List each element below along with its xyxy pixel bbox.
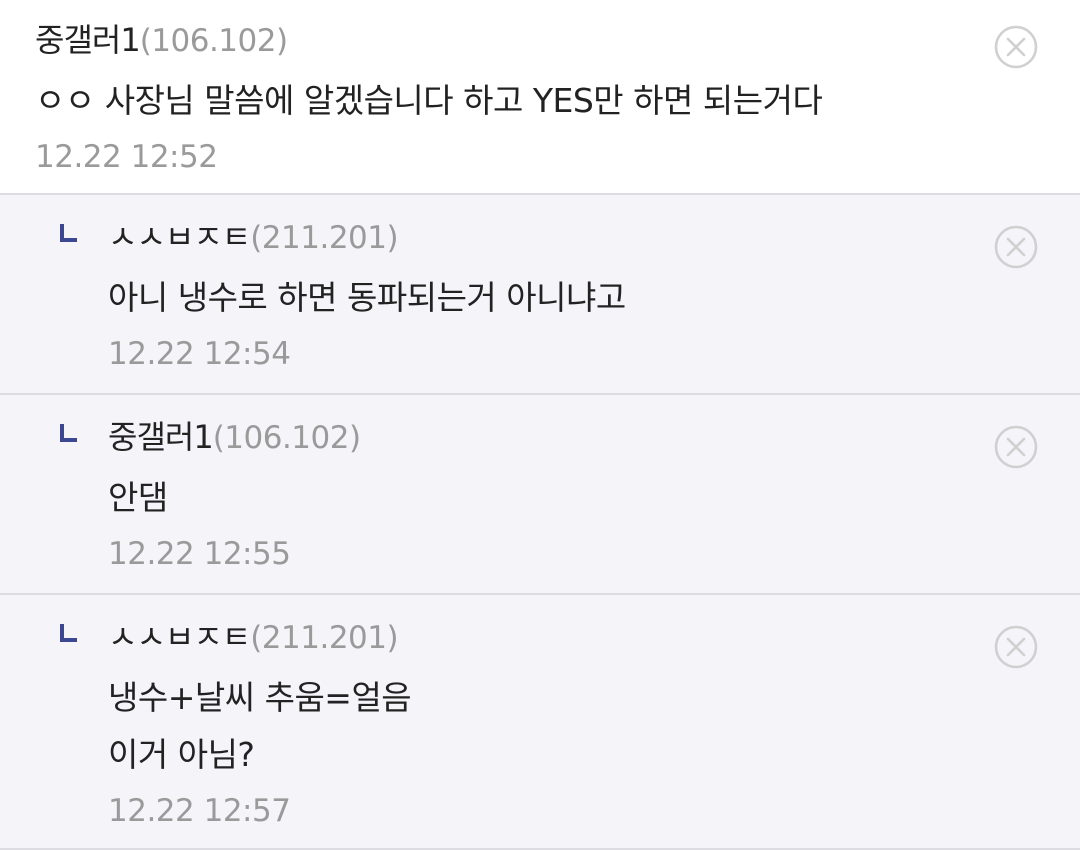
delete-comment-button[interactable]	[994, 425, 1038, 469]
comment-text: ㅇㅇ 사장님 말씀에 알겠습니다 하고 YES만 하면 되는거다	[35, 81, 823, 120]
author-ip: (211.201)	[250, 620, 399, 656]
comment-author: 중갤러1(106.102)	[108, 415, 1080, 459]
author-ip: (106.102)	[212, 420, 361, 456]
author-ip: (211.201)	[250, 220, 399, 256]
reply-item: ㅅㅅㅂㅈㅌ(211.201) 아니 냉수로 하면 동파되는거 아니냐고 12.2…	[0, 195, 1080, 395]
comment-timestamp: 12.22 12:52	[35, 139, 218, 175]
comment-author: ㅅㅅㅂㅈㅌ(211.201)	[108, 615, 1080, 659]
comment-timestamp: 12.22 12:55	[108, 536, 291, 572]
close-circle-icon	[994, 625, 1038, 669]
delete-comment-button[interactable]	[994, 225, 1038, 269]
reply-item: 중갤러1(106.102) 안댐 12.22 12:55	[0, 395, 1080, 595]
reply-arrow-icon	[60, 624, 77, 642]
comment-author: ㅅㅅㅂㅈㅌ(211.201)	[108, 215, 1080, 259]
comment-text: 안댐	[108, 478, 168, 517]
delete-comment-button[interactable]	[994, 25, 1038, 69]
comment-timestamp: 12.22 12:57	[108, 793, 291, 829]
author-nickname[interactable]: 중갤러1	[35, 21, 141, 59]
comment-author: 중갤러1(106.102)	[35, 18, 1080, 62]
close-circle-icon	[994, 25, 1038, 69]
close-circle-icon	[994, 425, 1038, 469]
author-nickname[interactable]: 중갤러1	[108, 418, 214, 456]
reply-arrow-icon	[60, 224, 77, 242]
reply-item: ㅅㅅㅂㅈㅌ(211.201) 냉수+날씨 추움=얼음 이거 아님? 12.22 …	[0, 595, 1080, 850]
comment-item: 중갤러1(106.102) ㅇㅇ 사장님 말씀에 알겠습니다 하고 YES만 하…	[0, 0, 1080, 195]
author-ip: (106.102)	[139, 23, 288, 59]
comment-timestamp: 12.22 12:54	[108, 336, 291, 372]
author-nickname[interactable]: ㅅㅅㅂㅈㅌ	[108, 618, 251, 656]
comment-list: 중갤러1(106.102) ㅇㅇ 사장님 말씀에 알겠습니다 하고 YES만 하…	[0, 0, 1080, 850]
comment-text: 아니 냉수로 하면 동파되는거 아니냐고	[108, 278, 626, 317]
author-nickname[interactable]: ㅅㅅㅂㅈㅌ	[108, 218, 251, 256]
close-circle-icon	[994, 225, 1038, 269]
comment-text: 냉수+날씨 추움=얼음 이거 아님?	[108, 678, 412, 774]
reply-arrow-icon	[60, 424, 77, 442]
delete-comment-button[interactable]	[994, 625, 1038, 669]
